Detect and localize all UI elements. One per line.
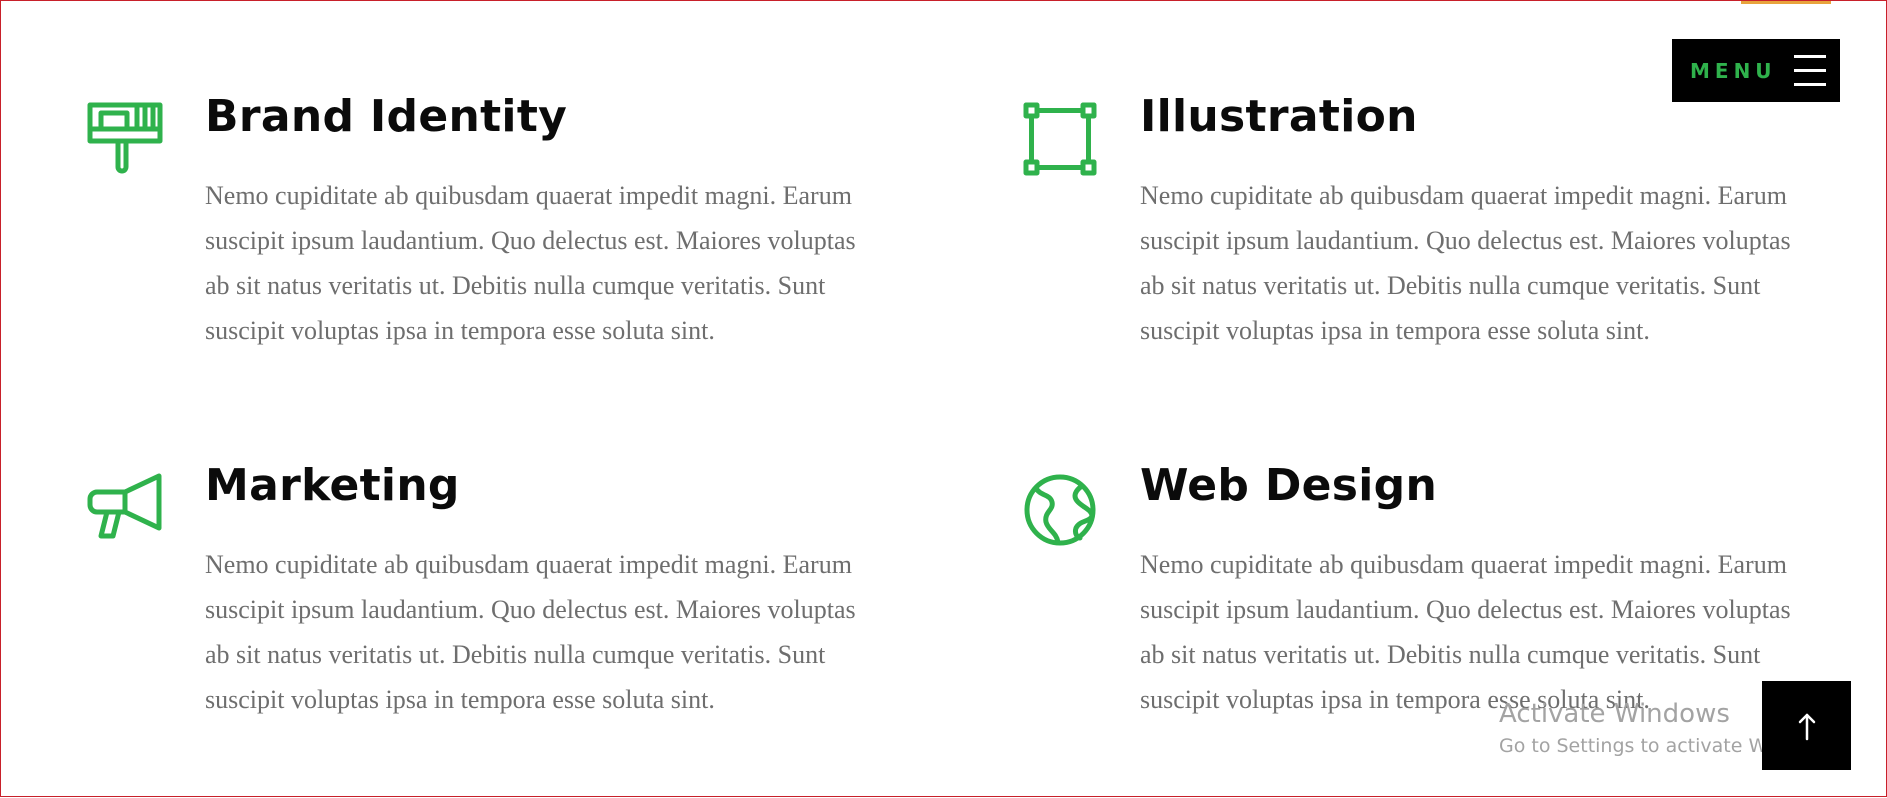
service-description: Nemo cupiditate ab quibusdam quaerat imp… — [1140, 550, 1791, 714]
megaphone-icon — [87, 470, 163, 546]
service-title: Brand Identity — [205, 91, 568, 142]
vector-square-icon — [1022, 101, 1098, 177]
menu-button[interactable]: MENU — [1672, 39, 1840, 102]
service-description: Nemo cupiditate ab quibusdam quaerat imp… — [1140, 181, 1791, 345]
service-title: Web Design — [1140, 460, 1438, 511]
hamburger-icon — [1794, 55, 1826, 86]
arrow-up-icon — [1798, 713, 1815, 740]
globe-icon — [1022, 470, 1098, 546]
service-title: Illustration — [1140, 91, 1418, 142]
service-description: Nemo cupiditate ab quibusdam quaerat imp… — [205, 181, 856, 345]
service-description: Nemo cupiditate ab quibusdam quaerat imp… — [205, 550, 856, 714]
back-to-top-button[interactable] — [1762, 681, 1851, 770]
service-title: Marketing — [205, 460, 460, 511]
services-grid: Brand Identity Nemo cupiditate ab quibus… — [1, 1, 1887, 798]
paint-brush-icon — [87, 101, 163, 177]
menu-label: MENU — [1690, 58, 1777, 83]
